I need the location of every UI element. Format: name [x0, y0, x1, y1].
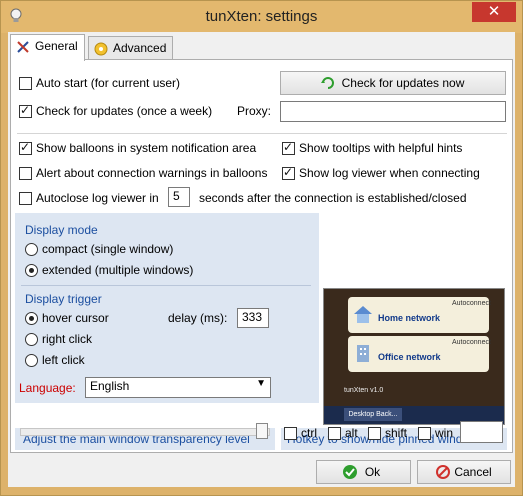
trigger-left-click-radio[interactable]	[25, 354, 38, 367]
preview-card-office: Autoconnect Office network	[348, 336, 491, 372]
hotkey-win-checkbox[interactable]	[418, 427, 431, 440]
refresh-icon	[321, 77, 334, 89]
trigger-right-click-label: right click	[42, 332, 93, 346]
auto-start-checkbox[interactable]	[19, 77, 32, 90]
title-bar[interactable]: tunXten: settings ✕	[1, 1, 522, 33]
auto-start-label: Auto start (for current user)	[36, 76, 181, 90]
alert-warnings-checkbox[interactable]	[19, 167, 32, 180]
preview-card-home: Autoconnect Home network	[348, 297, 491, 333]
display-mode-title: Display mode	[25, 223, 98, 237]
hotkey-ctrl-checkbox[interactable]	[284, 427, 297, 440]
house-icon	[354, 306, 372, 323]
delay-label: delay (ms):	[168, 311, 228, 325]
autoclose-checkbox[interactable]	[19, 192, 32, 205]
show-balloons-label: Show balloons in system notification are…	[36, 141, 257, 155]
settings-window: tunXten: settings ✕ General Advanced Aut…	[0, 0, 523, 496]
hotkey-win-label: win	[435, 426, 454, 440]
autoclose-seconds-input[interactable]: 5	[168, 187, 190, 207]
hotkey-shift-checkbox[interactable]	[368, 427, 381, 440]
check-updates-now-label: Check for updates now	[341, 76, 465, 90]
tab-advanced-label: Advanced	[113, 41, 167, 55]
display-mode-compact-label: compact (single window)	[42, 242, 174, 256]
trigger-hover-label: hover cursor	[42, 311, 109, 325]
preview-version: tunXten v1.0	[344, 387, 384, 394]
show-log-viewer-checkbox[interactable]	[282, 165, 295, 180]
hotkey-alt-checkbox[interactable]	[328, 427, 341, 440]
hotkey-ctrl-label: ctrl	[301, 426, 317, 440]
preview-autoconnect-label: Autoconnect	[452, 300, 491, 307]
trigger-right-click-radio[interactable]	[25, 333, 38, 346]
checkmark-icon	[343, 465, 357, 479]
cancel-icon	[436, 465, 450, 479]
show-tooltips-checkbox[interactable]	[282, 140, 295, 155]
tab-general-label: General	[35, 39, 78, 53]
window-title: tunXten: settings	[205, 8, 318, 25]
gear-icon	[94, 42, 108, 56]
close-button[interactable]: ✕	[472, 2, 516, 22]
proxy-label: Proxy:	[237, 104, 272, 118]
delay-input[interactable]: 333	[237, 308, 269, 328]
hotkey-shift-label: shift	[385, 426, 408, 440]
ok-button[interactable]: Ok	[316, 460, 411, 484]
proxy-input[interactable]	[280, 101, 506, 122]
show-tooltips-label: Show tooltips with helpful hints	[299, 141, 463, 155]
display-mode-extended-label: extended (multiple windows)	[42, 263, 194, 277]
tab-advanced[interactable]: Advanced	[88, 36, 174, 60]
cancel-label: Cancel	[454, 465, 492, 479]
preview-autoconnect-label: Autoconnect	[452, 339, 491, 346]
cancel-button[interactable]: Cancel	[417, 460, 511, 484]
ok-label: Ok	[364, 465, 381, 479]
trigger-hover-radio[interactable]	[25, 312, 38, 325]
chevron-down-icon: ▼	[256, 378, 266, 389]
tools-icon	[17, 41, 29, 53]
hotkey-key-input[interactable]	[460, 421, 503, 443]
language-label: Language:	[19, 381, 76, 395]
check-updates-checkbox[interactable]	[19, 103, 32, 118]
hotkey-alt-label: alt	[345, 426, 358, 440]
general-panel: Auto start (for current user) Check for …	[10, 59, 513, 453]
autoclose-label: Autoclose log viewer in	[36, 191, 159, 205]
building-icon	[357, 345, 369, 362]
trigger-left-click-label: left click	[42, 353, 85, 367]
transparency-slider-track[interactable]	[20, 428, 270, 436]
preview-office-network: Office network	[378, 352, 441, 362]
preview-image: Autoconnect Home network Autoconnect Off…	[323, 288, 505, 425]
language-value: English	[90, 379, 130, 393]
group-divider	[21, 285, 311, 286]
tab-general[interactable]: General	[10, 34, 85, 61]
preview-taskbar-button: Desktop Back...	[344, 408, 402, 421]
display-mode-extended-radio[interactable]	[25, 264, 38, 277]
display-trigger-title: Display trigger	[25, 292, 102, 306]
display-mode-compact-radio[interactable]	[25, 243, 38, 256]
divider	[17, 133, 507, 134]
transparency-slider-thumb[interactable]	[256, 423, 268, 439]
preview-home-network: Home network	[378, 313, 441, 323]
check-updates-now-button[interactable]: Check for updates now	[280, 71, 506, 95]
autoclose-suffix-label: seconds after the connection is establis…	[199, 191, 467, 205]
client-area: General Advanced Auto start (for current…	[8, 32, 515, 487]
alert-warnings-label: Alert about connection warnings in ballo…	[36, 166, 268, 180]
show-log-viewer-label: Show log viewer when connecting	[299, 166, 480, 180]
language-select[interactable]: English ▼	[85, 377, 271, 398]
show-balloons-checkbox[interactable]	[19, 140, 32, 155]
check-updates-label: Check for updates (once a week)	[36, 104, 213, 118]
